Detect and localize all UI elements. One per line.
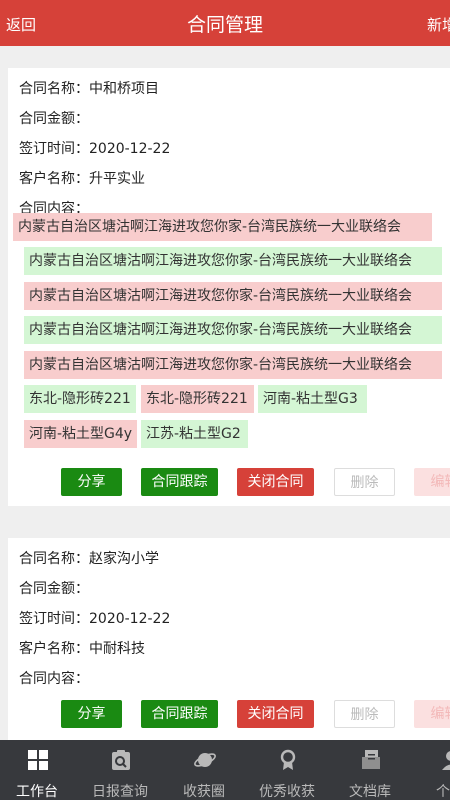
tab-harvest-circle[interactable]: 收获圈	[169, 740, 239, 800]
content-tag: 河南-粘土型G4y	[24, 420, 137, 448]
report-search-icon	[112, 750, 130, 770]
tab-excellent-harvest[interactable]: 优秀收获	[252, 740, 322, 800]
planet-icon	[194, 753, 216, 767]
person-icon	[442, 751, 450, 770]
customer-label: 客户名称：	[19, 641, 89, 657]
contract-name-row: 合同名称：赵家沟小学	[19, 548, 159, 568]
customer-row: 客户名称：升平实业	[19, 168, 145, 188]
signed-date-value: 2020-12-22	[89, 141, 171, 157]
content-tag: 内蒙古自治区塘沽啊江海进攻您你家-台湾民族统一大业联络会	[24, 247, 442, 275]
tab-daily-report[interactable]: 日报查询	[85, 740, 155, 800]
content-tag: 河南-粘土型G3	[258, 385, 367, 413]
contract-card: 合同名称：中和桥项目 合同金额： 签订时间：2020-12-22 客户名称：升平…	[8, 68, 450, 506]
contract-amount-row: 合同金额：	[19, 578, 89, 598]
content-tag: 内蒙古自治区塘沽啊江海进攻您你家-台湾民族统一大业联络会	[24, 282, 442, 310]
contract-name-label: 合同名称：	[19, 551, 89, 567]
bottom-tab-bar: 工作台 日报查询 收获圈 优秀收获 文档库 个	[0, 740, 450, 800]
customer-value: 中耐科技	[89, 641, 145, 657]
contract-name-row: 合同名称：中和桥项目	[19, 78, 159, 98]
tab-label: 优秀收获	[259, 784, 315, 800]
contract-track-button[interactable]: 合同跟踪	[141, 468, 218, 496]
signed-date-value: 2020-12-22	[89, 611, 171, 627]
tab-personal[interactable]: 个人	[415, 740, 450, 800]
close-contract-button[interactable]: 关闭合同	[237, 700, 314, 728]
tab-document-library[interactable]: 文档库	[335, 740, 405, 800]
tab-label: 个人	[436, 784, 450, 800]
content-tag: 东北-隐形砖221	[141, 385, 254, 413]
delete-button[interactable]: 删除	[334, 468, 395, 496]
content-tag: 江苏-粘土型G2	[141, 420, 248, 448]
contract-content-label: 合同内容：	[19, 671, 89, 687]
contract-amount-label: 合同金额：	[19, 111, 89, 127]
content-tag: 内蒙古自治区塘沽啊江海进攻您你家-台湾民族统一大业联络会	[24, 316, 442, 344]
contract-list[interactable]: 合同名称：中和桥项目 合同金额： 签订时间：2020-12-22 客户名称：升平…	[0, 46, 450, 740]
tab-label: 文档库	[349, 784, 391, 800]
app-header: 返回 合同管理 新增	[0, 0, 450, 46]
document-library-icon	[362, 750, 380, 769]
contract-card: 合同名称：赵家沟小学 合同金额： 签订时间：2020-12-22 客户名称：中耐…	[8, 538, 450, 740]
edit-button[interactable]: 编辑	[414, 468, 450, 496]
signed-date-row: 签订时间：2020-12-22	[19, 138, 170, 158]
tab-label: 工作台	[16, 784, 58, 800]
contract-track-button[interactable]: 合同跟踪	[141, 700, 218, 728]
new-contract-button[interactable]: 新增	[427, 14, 450, 35]
customer-label: 客户名称：	[19, 171, 89, 187]
close-contract-button[interactable]: 关闭合同	[237, 468, 314, 496]
medal-icon	[280, 749, 296, 770]
tab-label: 收获圈	[183, 784, 225, 800]
signed-date-label: 签订时间：	[19, 141, 89, 157]
content-tag: 内蒙古自治区塘沽啊江海进攻您你家-台湾民族统一大业联络会	[13, 213, 432, 241]
contract-name-label: 合同名称：	[19, 81, 89, 97]
tab-workbench[interactable]: 工作台	[2, 740, 72, 800]
contract-amount-label: 合同金额：	[19, 581, 89, 597]
content-tag: 东北-隐形砖221	[24, 385, 136, 413]
edit-button[interactable]: 编辑	[414, 700, 450, 728]
share-button[interactable]: 分享	[61, 700, 122, 728]
grid-icon	[28, 750, 48, 770]
signed-date-label: 签订时间：	[19, 611, 89, 627]
tab-label: 日报查询	[92, 784, 148, 800]
customer-row: 客户名称：中耐科技	[19, 638, 145, 658]
page-title: 合同管理	[186, 14, 263, 36]
content-tag: 内蒙古自治区塘沽啊江海进攻您你家-台湾民族统一大业联络会	[24, 351, 442, 379]
delete-button[interactable]: 删除	[334, 700, 395, 728]
contract-amount-row: 合同金额：	[19, 108, 89, 128]
contract-name-value: 中和桥项目	[89, 81, 159, 97]
contract-name-value: 赵家沟小学	[89, 551, 159, 567]
customer-value: 升平实业	[89, 171, 145, 187]
signed-date-row: 签订时间：2020-12-22	[19, 608, 170, 628]
share-button[interactable]: 分享	[61, 468, 122, 496]
